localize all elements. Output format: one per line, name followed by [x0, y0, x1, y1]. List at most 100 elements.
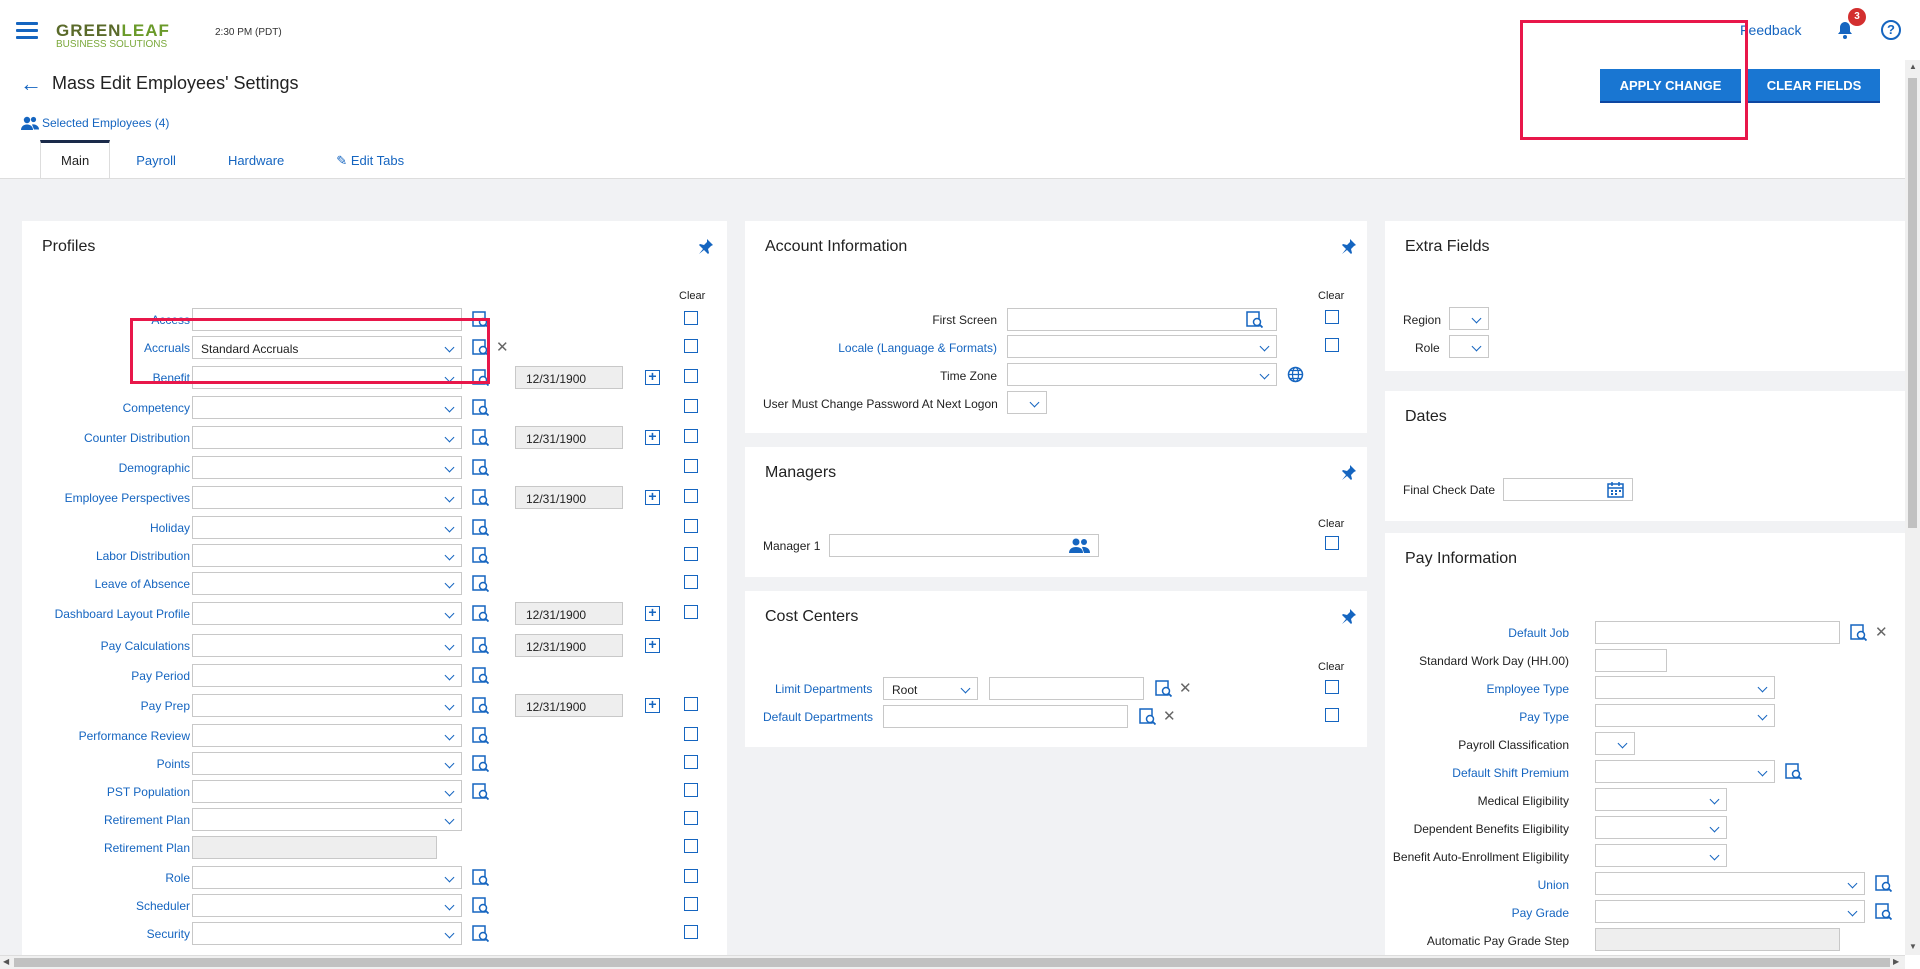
profile-select[interactable] [192, 396, 462, 419]
standard-work-day-input[interactable] [1595, 649, 1667, 672]
clear-checkbox[interactable] [684, 783, 698, 797]
region-select[interactable] [1449, 307, 1489, 330]
lookup-icon[interactable] [1875, 903, 1892, 920]
profile-label[interactable]: Competency [123, 401, 190, 415]
time-zone-select[interactable] [1007, 363, 1277, 386]
lookup-icon[interactable] [472, 783, 490, 801]
lookup-icon[interactable] [472, 869, 490, 887]
role-select[interactable] [1449, 335, 1489, 358]
profile-select[interactable] [192, 752, 462, 775]
clear-checkbox[interactable] [684, 339, 698, 353]
effective-date-field[interactable]: 12/31/1900 [515, 486, 623, 509]
lookup-icon[interactable] [472, 399, 490, 417]
add-date-icon[interactable]: + [645, 369, 660, 385]
profile-label[interactable]: Labor Distribution [96, 549, 190, 563]
lookup-icon[interactable] [1139, 708, 1156, 725]
profile-select[interactable] [192, 780, 462, 803]
add-date-icon[interactable]: + [645, 429, 660, 445]
profile-label[interactable]: Demographic [119, 461, 190, 475]
vertical-scrollbar[interactable]: ▲ ▼ [1905, 60, 1920, 955]
lookup-icon[interactable] [1850, 624, 1867, 641]
profile-label[interactable]: Security [147, 927, 190, 941]
profile-select[interactable] [192, 572, 462, 595]
profile-select[interactable] [192, 724, 462, 747]
clear-checkbox[interactable] [684, 925, 698, 939]
clear-checkbox[interactable] [1325, 708, 1339, 722]
effective-date-field[interactable]: 12/31/1900 [515, 634, 623, 657]
lookup-icon[interactable] [472, 547, 490, 565]
clear-checkbox[interactable] [684, 369, 698, 383]
tab-edit-tabs[interactable]: ✎ Edit Tabs [310, 140, 424, 178]
profile-label[interactable]: Pay Calculations [101, 639, 190, 653]
clear-checkbox[interactable] [684, 839, 698, 853]
clear-checkbox[interactable] [684, 399, 698, 413]
help-icon[interactable]: ? [1881, 20, 1901, 40]
tab-main[interactable]: Main [40, 140, 111, 178]
clear-checkbox[interactable] [684, 547, 698, 561]
profile-label[interactable]: Counter Distribution [84, 431, 190, 445]
clear-checkbox[interactable] [684, 897, 698, 911]
close-icon[interactable]: ✕ [1179, 681, 1192, 696]
profile-select[interactable] [192, 634, 462, 657]
back-arrow-icon[interactable]: ← [20, 73, 42, 95]
lookup-icon[interactable] [472, 755, 490, 773]
clear-checkbox[interactable] [684, 755, 698, 769]
profile-select[interactable] [192, 836, 437, 859]
clear-checkbox[interactable] [684, 575, 698, 589]
profile-select[interactable] [192, 602, 462, 625]
selected-employees-link[interactable]: Selected Employees (4) [21, 115, 169, 131]
clear-checkbox[interactable] [684, 869, 698, 883]
profile-label[interactable]: Pay Prep [141, 699, 190, 713]
pin-icon[interactable] [1341, 238, 1357, 254]
must-change-password-select[interactable] [1007, 391, 1047, 414]
profile-label[interactable]: Employee Perspectives [65, 491, 190, 505]
profile-label[interactable]: Role [165, 871, 190, 885]
clear-checkbox[interactable] [684, 727, 698, 741]
locale-label[interactable]: Locale (Language & Formats) [838, 341, 997, 355]
effective-date-field[interactable]: 12/31/1900 [515, 694, 623, 717]
lookup-icon[interactable] [472, 697, 490, 715]
tab-payroll[interactable]: Payroll [110, 140, 202, 178]
profile-select[interactable] [192, 808, 462, 831]
default-job-label[interactable]: Default Job [1508, 626, 1569, 640]
clear-checkbox[interactable] [684, 459, 698, 473]
profile-label[interactable]: Points [157, 757, 190, 771]
calendar-icon[interactable] [1607, 481, 1624, 498]
profile-select[interactable] [192, 894, 462, 917]
manager1-input[interactable] [829, 534, 1099, 557]
clear-checkbox[interactable] [684, 489, 698, 503]
limit-departments-label[interactable]: Limit Departments [775, 682, 872, 696]
hamburger-menu-icon[interactable] [16, 22, 38, 40]
profile-select[interactable] [192, 516, 462, 539]
pin-icon[interactable] [1341, 464, 1357, 480]
horizontal-scrollbar[interactable]: ◀ ▶ [0, 955, 1905, 969]
lookup-icon[interactable] [472, 459, 490, 477]
profile-select[interactable] [192, 486, 462, 509]
profile-label[interactable]: PST Population [107, 785, 190, 799]
profile-select[interactable] [192, 866, 462, 889]
lookup-icon[interactable] [472, 429, 490, 447]
profile-label[interactable]: Scheduler [136, 899, 190, 913]
lookup-icon[interactable] [472, 605, 490, 623]
lookup-icon[interactable] [472, 489, 490, 507]
profile-label[interactable]: Leave of Absence [95, 577, 190, 591]
lookup-icon[interactable] [472, 897, 490, 915]
clear-checkbox[interactable] [1325, 536, 1339, 550]
profile-label[interactable]: Retirement Plan [104, 813, 190, 827]
close-icon[interactable]: ✕ [1163, 709, 1176, 724]
profile-select[interactable] [192, 922, 462, 945]
employee-type-label[interactable]: Employee Type [1487, 682, 1570, 696]
lookup-icon[interactable] [1155, 680, 1172, 697]
profile-select[interactable] [192, 694, 462, 717]
tab-hardware[interactable]: Hardware [202, 140, 310, 178]
default-shift-premium-select[interactable] [1595, 760, 1775, 783]
union-label[interactable]: Union [1538, 878, 1569, 892]
profile-select[interactable] [192, 426, 462, 449]
clear-checkbox[interactable] [684, 429, 698, 443]
add-date-icon[interactable]: + [645, 605, 660, 621]
limit-departments-select[interactable]: Root [883, 677, 978, 700]
clear-checkbox[interactable] [1325, 680, 1339, 694]
pay-type-select[interactable] [1595, 704, 1775, 727]
pin-icon[interactable] [698, 238, 714, 254]
close-icon[interactable]: ✕ [496, 340, 509, 355]
